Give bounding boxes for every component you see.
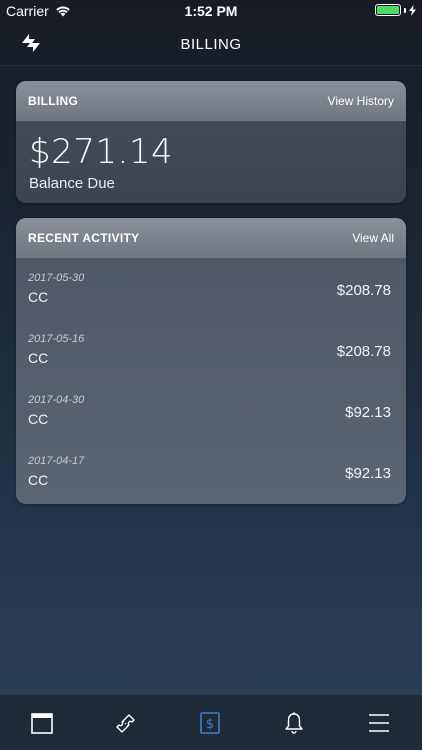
activity-date: 2017-04-17	[28, 455, 85, 467]
tab-bar: $	[0, 694, 422, 750]
status-bar: Carrier 1:52 PM	[0, 0, 422, 22]
ticket-icon	[116, 714, 135, 733]
billing-card-title: BILLING	[28, 94, 79, 108]
activity-amount: $92.13	[345, 465, 391, 482]
billing-dollar-icon: $	[200, 712, 220, 734]
activity-row[interactable]: 2017-05-16 CC $208.78	[16, 319, 406, 380]
billing-card-header: BILLING View History	[16, 81, 406, 121]
activity-amount: $208.78	[336, 343, 391, 360]
activity-date: 2017-05-30	[28, 272, 85, 284]
activity-date: 2017-05-16	[28, 333, 85, 345]
recent-activity-header: RECENT ACTIVITY View All	[16, 218, 406, 258]
activity-method: CC	[28, 411, 49, 427]
navigation-bar: BILLING	[0, 22, 422, 66]
activity-method: CC	[28, 350, 49, 366]
billing-card: BILLING View History $271.14 Balance Due	[16, 81, 406, 203]
view-all-link[interactable]: View All	[352, 231, 394, 245]
svg-text:$: $	[206, 717, 214, 732]
battery-indicator	[375, 4, 416, 16]
tab-billing[interactable]: $	[196, 709, 224, 737]
recent-activity-title: RECENT ACTIVITY	[28, 231, 140, 245]
view-history-link[interactable]: View History	[328, 94, 394, 108]
menu-icon	[369, 714, 389, 732]
status-time: 1:52 PM	[184, 3, 238, 19]
balance-amount: $271.14	[29, 132, 174, 172]
battery-icon	[375, 4, 401, 16]
activity-row[interactable]: 2017-04-17 CC $92.13	[16, 441, 406, 502]
activity-method: CC	[28, 472, 49, 488]
recent-activity-card: RECENT ACTIVITY View All 2017-05-30 CC $…	[16, 218, 406, 504]
activity-date: 2017-04-30	[28, 394, 85, 406]
tab-calendar[interactable]	[28, 709, 56, 737]
calendar-icon	[31, 713, 53, 734]
activity-amount: $208.78	[336, 282, 391, 299]
balance-label: Balance Due	[29, 175, 115, 192]
page-title: BILLING	[180, 36, 242, 53]
activity-amount: $92.13	[345, 404, 391, 421]
bell-icon	[285, 712, 303, 734]
tab-tickets[interactable]	[112, 709, 140, 737]
tab-menu[interactable]	[365, 709, 393, 737]
tab-notifications[interactable]	[280, 709, 308, 737]
activity-row[interactable]: 2017-04-30 CC $92.13	[16, 380, 406, 441]
charging-bolt-icon	[409, 4, 416, 16]
activity-row[interactable]: 2017-05-30 CC $208.78	[16, 258, 406, 319]
activity-method: CC	[28, 289, 49, 305]
